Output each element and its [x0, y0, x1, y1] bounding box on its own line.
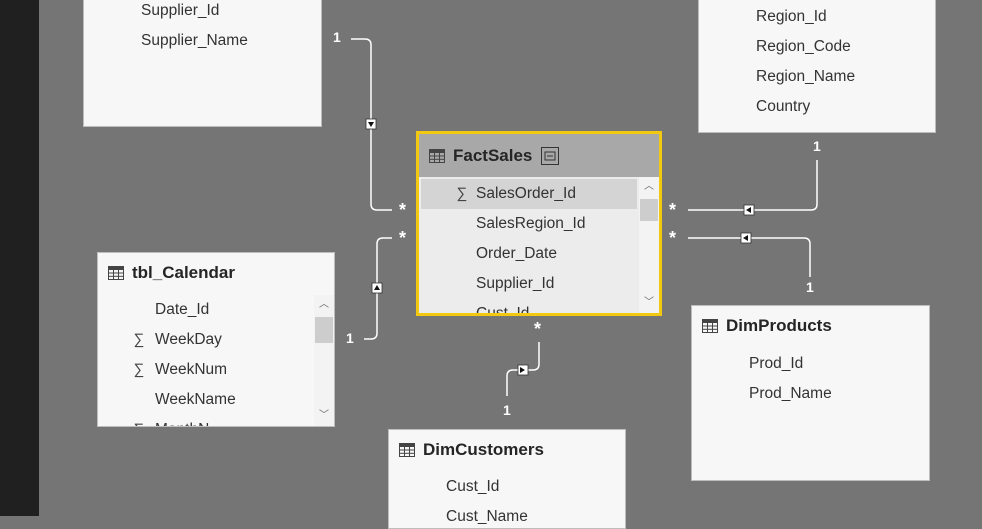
- relationship-line-region: [688, 160, 818, 211]
- field-order-date[interactable]: Order_Date: [419, 239, 637, 269]
- field-list-scrollbar[interactable]: ︿ ﹀: [314, 295, 334, 426]
- table-card-calendar[interactable]: tbl_Calendar Date_Id ∑ WeekDay ∑ WeekNum…: [97, 252, 335, 427]
- field-supplier-id[interactable]: Supplier_Id: [84, 0, 299, 26]
- cardinality-one-products: 1: [806, 279, 814, 295]
- table-header-calendar[interactable]: tbl_Calendar: [98, 253, 334, 293]
- field-weekday[interactable]: ∑ WeekDay: [98, 325, 312, 355]
- cardinality-one-calendar: 1: [346, 330, 354, 346]
- field-cust-id[interactable]: Cust_Id: [419, 299, 637, 313]
- chevron-up-icon[interactable]: ︿: [314, 297, 334, 313]
- table-card-supplier[interactable]: Supplier_Id Supplier_Name: [83, 0, 322, 127]
- field-list: ∑ SalesOrder_Id SalesRegion_Id Order_Dat…: [419, 177, 659, 313]
- field-region-id[interactable]: Region_Id: [699, 2, 913, 32]
- cardinality-many-customers: *: [534, 319, 542, 339]
- cardinality-one-region: 1: [813, 138, 821, 154]
- field-region-code[interactable]: Region_Code: [699, 32, 913, 62]
- field-salesregion-id[interactable]: SalesRegion_Id: [419, 209, 637, 239]
- chevron-down-icon[interactable]: ﹀: [314, 408, 334, 424]
- field-supplier-name[interactable]: Supplier_Name: [84, 26, 299, 56]
- field-supplier-id[interactable]: Supplier_Id: [419, 269, 637, 299]
- collapse-icon[interactable]: [541, 146, 560, 165]
- field-prod-id[interactable]: Prod_Id: [692, 349, 907, 379]
- scrollbar-thumb[interactable]: [640, 199, 658, 221]
- chevron-up-icon[interactable]: ︿: [639, 179, 659, 195]
- field-list-scrollbar[interactable]: ︿ ﹀: [639, 177, 659, 313]
- sigma-icon: ∑: [130, 415, 148, 426]
- sigma-icon: ∑: [133, 361, 145, 378]
- table-title: DimCustomers: [423, 440, 544, 459]
- field-weekname[interactable]: WeekName: [98, 385, 312, 415]
- cardinality-one-supplier: 1: [333, 29, 341, 45]
- table-icon: [429, 148, 445, 163]
- table-header-factsales[interactable]: FactSales: [419, 134, 659, 177]
- table-card-customers[interactable]: DimCustomers Cust_Id Cust_Name: [388, 429, 626, 529]
- table-icon: [702, 319, 718, 333]
- sigma-icon: ∑: [133, 331, 145, 348]
- scrollbar-thumb[interactable]: [315, 317, 333, 343]
- field-month[interactable]: ∑ MonthN...: [98, 415, 312, 426]
- table-title: tbl_Calendar: [132, 263, 235, 282]
- table-icon: [108, 266, 124, 280]
- field-country[interactable]: Country: [699, 92, 913, 122]
- relationship-line-products: [688, 237, 811, 277]
- cardinality-many-region: *: [669, 200, 677, 220]
- field-cust-id[interactable]: Cust_Id: [389, 472, 603, 502]
- table-header-customers[interactable]: DimCustomers: [389, 430, 625, 470]
- table-card-factsales[interactable]: FactSales ∑ SalesOrder_Id SalesRegion_Id…: [416, 131, 662, 316]
- cardinality-many-products: *: [669, 228, 677, 248]
- field-weeknum[interactable]: ∑ WeekNum: [98, 355, 312, 385]
- table-card-products[interactable]: DimProducts Prod_Id Prod_Name: [691, 305, 930, 481]
- cardinality-one-customers: 1: [503, 402, 511, 418]
- cardinality-many-calendar: *: [399, 228, 407, 248]
- sigma-icon: ∑: [456, 185, 468, 202]
- chevron-down-icon[interactable]: ﹀: [639, 295, 659, 311]
- table-header-products[interactable]: DimProducts: [692, 306, 929, 346]
- table-title: FactSales: [453, 145, 533, 165]
- table-title: DimProducts: [726, 316, 832, 335]
- field-prod-name[interactable]: Prod_Name: [692, 379, 907, 409]
- table-icon: [399, 443, 415, 457]
- field-salesorder-id[interactable]: ∑ SalesOrder_Id: [421, 179, 637, 209]
- table-card-region[interactable]: Region_Id Region_Code Region_Name Countr…: [698, 0, 936, 133]
- cardinality-many-supplier: *: [399, 200, 407, 220]
- field-date-id[interactable]: Date_Id: [98, 295, 312, 325]
- field-region-name[interactable]: Region_Name: [699, 62, 913, 92]
